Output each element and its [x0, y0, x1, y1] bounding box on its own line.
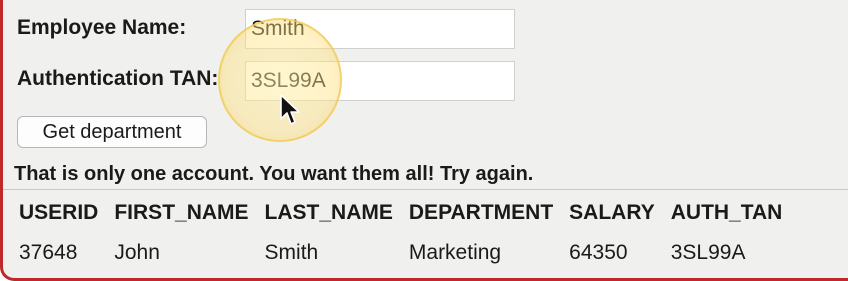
table-row: 37648 John Smith Marketing 64350 3SL99A: [11, 237, 790, 269]
cell-salary: 64350: [569, 241, 628, 264]
results-table: USERID FIRST_NAME LAST_NAME DEPARTMENT S…: [11, 197, 790, 269]
feedback-message: That is only one account. You want them …: [14, 163, 534, 185]
divider: [3, 189, 848, 190]
get-department-button[interactable]: Get department: [17, 116, 207, 148]
column-header-department: DEPARTMENT: [408, 201, 554, 224]
auth-tan-label: Authentication TAN:: [17, 67, 219, 90]
column-header-last-name: LAST_NAME: [264, 201, 393, 224]
cell-last-name: Smith: [264, 241, 319, 264]
cell-userid: 37648: [19, 241, 78, 264]
cell-department: Marketing: [408, 241, 502, 264]
employee-name-input[interactable]: [245, 9, 515, 49]
column-header-auth-tan: AUTH_TAN: [670, 201, 783, 224]
challenge-panel: Employee Name: Authentication TAN: Get d…: [0, 0, 848, 281]
column-header-salary: SALARY: [569, 201, 655, 224]
column-header-userid: USERID: [19, 201, 99, 224]
column-header-first-name: FIRST_NAME: [114, 201, 249, 224]
cell-auth-tan: 3SL99A: [670, 241, 746, 264]
cell-first-name: John: [114, 241, 160, 264]
table-header-row: USERID FIRST_NAME LAST_NAME DEPARTMENT S…: [11, 197, 790, 237]
employee-name-label: Employee Name:: [17, 16, 187, 39]
mouse-pointer-icon: [280, 94, 300, 125]
